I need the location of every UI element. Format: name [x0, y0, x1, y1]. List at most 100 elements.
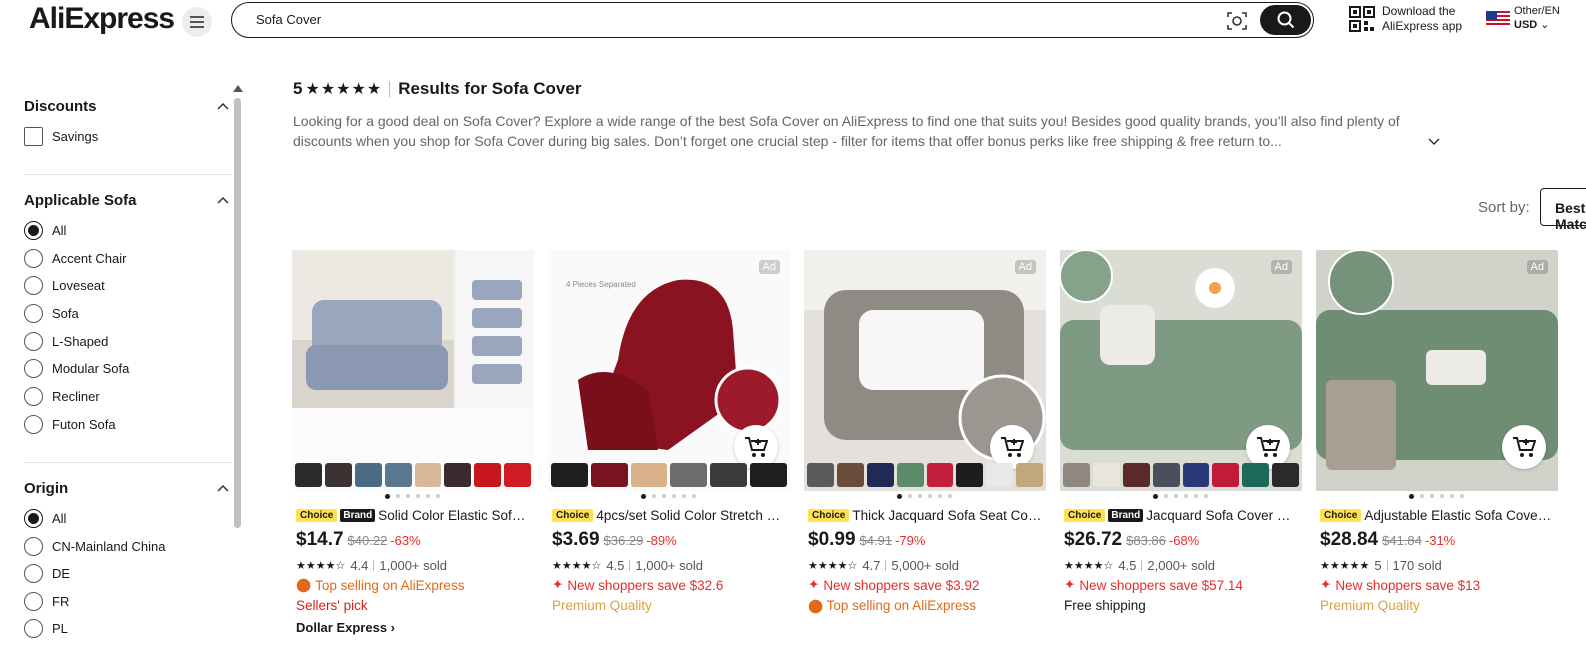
radio[interactable]	[24, 536, 43, 556]
carousel-dot[interactable]	[1439, 494, 1444, 498]
chevron-up-icon[interactable]	[217, 484, 229, 492]
carousel-dot[interactable]	[1183, 494, 1188, 498]
carousel-dot[interactable]	[661, 494, 666, 498]
color-swatch[interactable]	[956, 463, 984, 487]
color-swatch[interactable]	[1242, 463, 1270, 487]
color-swatch[interactable]	[384, 463, 412, 487]
product-card[interactable]: Ad Choice Thick Jacquard Sofa Seat Cover…	[804, 250, 1046, 639]
sidebar-scrollbar[interactable]	[232, 85, 243, 645]
carousel-dot[interactable]	[415, 494, 420, 498]
product-title-row[interactable]: Choice Brand Solid Color Elastic Sofa Co…	[296, 506, 530, 524]
carousel-dot[interactable]	[640, 494, 646, 499]
filter-option-fr[interactable]: FR	[24, 591, 69, 611]
carousel-dot[interactable]	[1429, 494, 1434, 498]
carousel-dot[interactable]	[1193, 494, 1198, 498]
product-image[interactable]: Ad	[804, 250, 1046, 491]
product-card[interactable]: 4 Pieces Separated Ad Choice 4pcs/set So…	[548, 250, 790, 639]
product-card[interactable]: Choice Brand Solid Color Elastic Sofa Co…	[292, 250, 534, 639]
filter-option-futon-sofa[interactable]: Futon Sofa	[24, 414, 116, 434]
color-swatch[interactable]	[866, 463, 894, 487]
filter-option-savings[interactable]: Savings	[24, 126, 98, 146]
color-swatch[interactable]	[1212, 463, 1240, 487]
color-swatch[interactable]	[1152, 463, 1180, 487]
color-swatch[interactable]	[750, 463, 787, 487]
color-swatch[interactable]	[670, 463, 708, 487]
color-swatch[interactable]	[414, 463, 442, 487]
radio[interactable]	[24, 220, 43, 240]
carousel-dot[interactable]	[671, 494, 676, 498]
search-input[interactable]: Sofa Cover	[256, 12, 321, 27]
color-swatch[interactable]	[354, 463, 382, 487]
color-swatch[interactable]	[986, 463, 1014, 487]
carousel-dot[interactable]	[405, 494, 410, 498]
radio[interactable]	[24, 248, 43, 268]
product-image[interactable]: Ad	[1060, 250, 1302, 491]
menu-button[interactable]	[182, 7, 212, 37]
chevron-up-icon[interactable]	[217, 102, 229, 110]
carousel-dot[interactable]	[1449, 494, 1454, 498]
filter-option-cn[interactable]: CN-Mainland China	[24, 536, 165, 556]
carousel-dot[interactable]	[1419, 494, 1424, 498]
color-swatch[interactable]	[444, 463, 472, 487]
color-swatch[interactable]	[295, 463, 322, 487]
radio[interactable]	[24, 591, 43, 611]
radio[interactable]	[24, 508, 43, 528]
chevron-down-icon[interactable]	[1428, 138, 1440, 146]
color-swatch[interactable]	[630, 463, 668, 487]
color-swatch[interactable]	[710, 463, 748, 487]
radio[interactable]	[24, 414, 43, 434]
product-card[interactable]: Ad Choice Brand Jacquard Sofa Cover For …	[1060, 250, 1302, 639]
filter-option-all[interactable]: All	[24, 220, 66, 240]
chevron-up-icon[interactable]	[217, 196, 229, 204]
product-card[interactable]: Ad Choice Adjustable Elastic Sofa Cover …	[1316, 250, 1558, 639]
color-swatch[interactable]	[324, 463, 352, 487]
color-swatch[interactable]	[1122, 463, 1150, 487]
carousel-dot[interactable]	[691, 494, 696, 498]
filter-option-modular-sofa[interactable]: Modular Sofa	[24, 358, 129, 378]
product-image[interactable]	[292, 250, 534, 491]
carousel-dot[interactable]	[937, 494, 942, 498]
carousel-dot[interactable]	[1173, 494, 1178, 498]
radio[interactable]	[24, 358, 43, 378]
filter-option-de[interactable]: DE	[24, 563, 70, 583]
download-app-link[interactable]: Download the AliExpress app	[1382, 4, 1462, 34]
filter-option-loveseat[interactable]: Loveseat	[24, 275, 105, 295]
dollar-express-link[interactable]: Dollar Express ›	[296, 620, 395, 635]
radio[interactable]	[24, 563, 43, 583]
radio[interactable]	[24, 386, 43, 406]
carousel-dot[interactable]	[384, 494, 390, 499]
product-title-row[interactable]: Choice Brand Jacquard Sofa Cover For Liv…	[1064, 506, 1298, 524]
radio[interactable]	[24, 275, 43, 295]
carousel-dot[interactable]	[1203, 494, 1208, 498]
color-swatch[interactable]	[1272, 463, 1299, 487]
carousel-dot[interactable]	[917, 494, 922, 498]
radio[interactable]	[24, 331, 43, 351]
image-search-icon[interactable]	[1226, 10, 1248, 32]
filter-option-l-shaped[interactable]: L-Shaped	[24, 331, 108, 351]
carousel-dot[interactable]	[947, 494, 952, 498]
color-swatch[interactable]	[1016, 463, 1043, 487]
language-currency-selector[interactable]: Other/EN USD ⌄	[1514, 4, 1560, 32]
checkbox[interactable]	[24, 126, 43, 146]
filter-option-pl[interactable]: PL	[24, 618, 68, 638]
filter-option-sofa[interactable]: Sofa	[24, 303, 79, 323]
color-swatch[interactable]	[926, 463, 954, 487]
carousel-dot[interactable]	[651, 494, 656, 498]
carousel-dot[interactable]	[435, 494, 440, 498]
carousel-dot[interactable]	[927, 494, 932, 498]
scroll-thumb[interactable]	[234, 98, 241, 528]
filter-option-accent-chair[interactable]: Accent Chair	[24, 248, 126, 268]
filter-option-recliner[interactable]: Recliner	[24, 386, 100, 406]
color-swatch[interactable]	[807, 463, 834, 487]
sort-dropdown[interactable]: Best Match	[1540, 188, 1586, 232]
color-swatch[interactable]	[1182, 463, 1210, 487]
color-swatch[interactable]	[1092, 463, 1120, 487]
color-swatch[interactable]	[504, 463, 531, 487]
carousel-dot[interactable]	[1152, 494, 1158, 499]
carousel-dot[interactable]	[1163, 494, 1168, 498]
product-title-row[interactable]: Choice 4pcs/set Solid Color Stretch Recl…	[552, 506, 786, 524]
color-swatch[interactable]	[836, 463, 864, 487]
carousel-dot[interactable]	[1459, 494, 1464, 498]
filter-option-origin-all[interactable]: All	[24, 508, 66, 528]
add-to-cart-button[interactable]	[1502, 425, 1546, 469]
